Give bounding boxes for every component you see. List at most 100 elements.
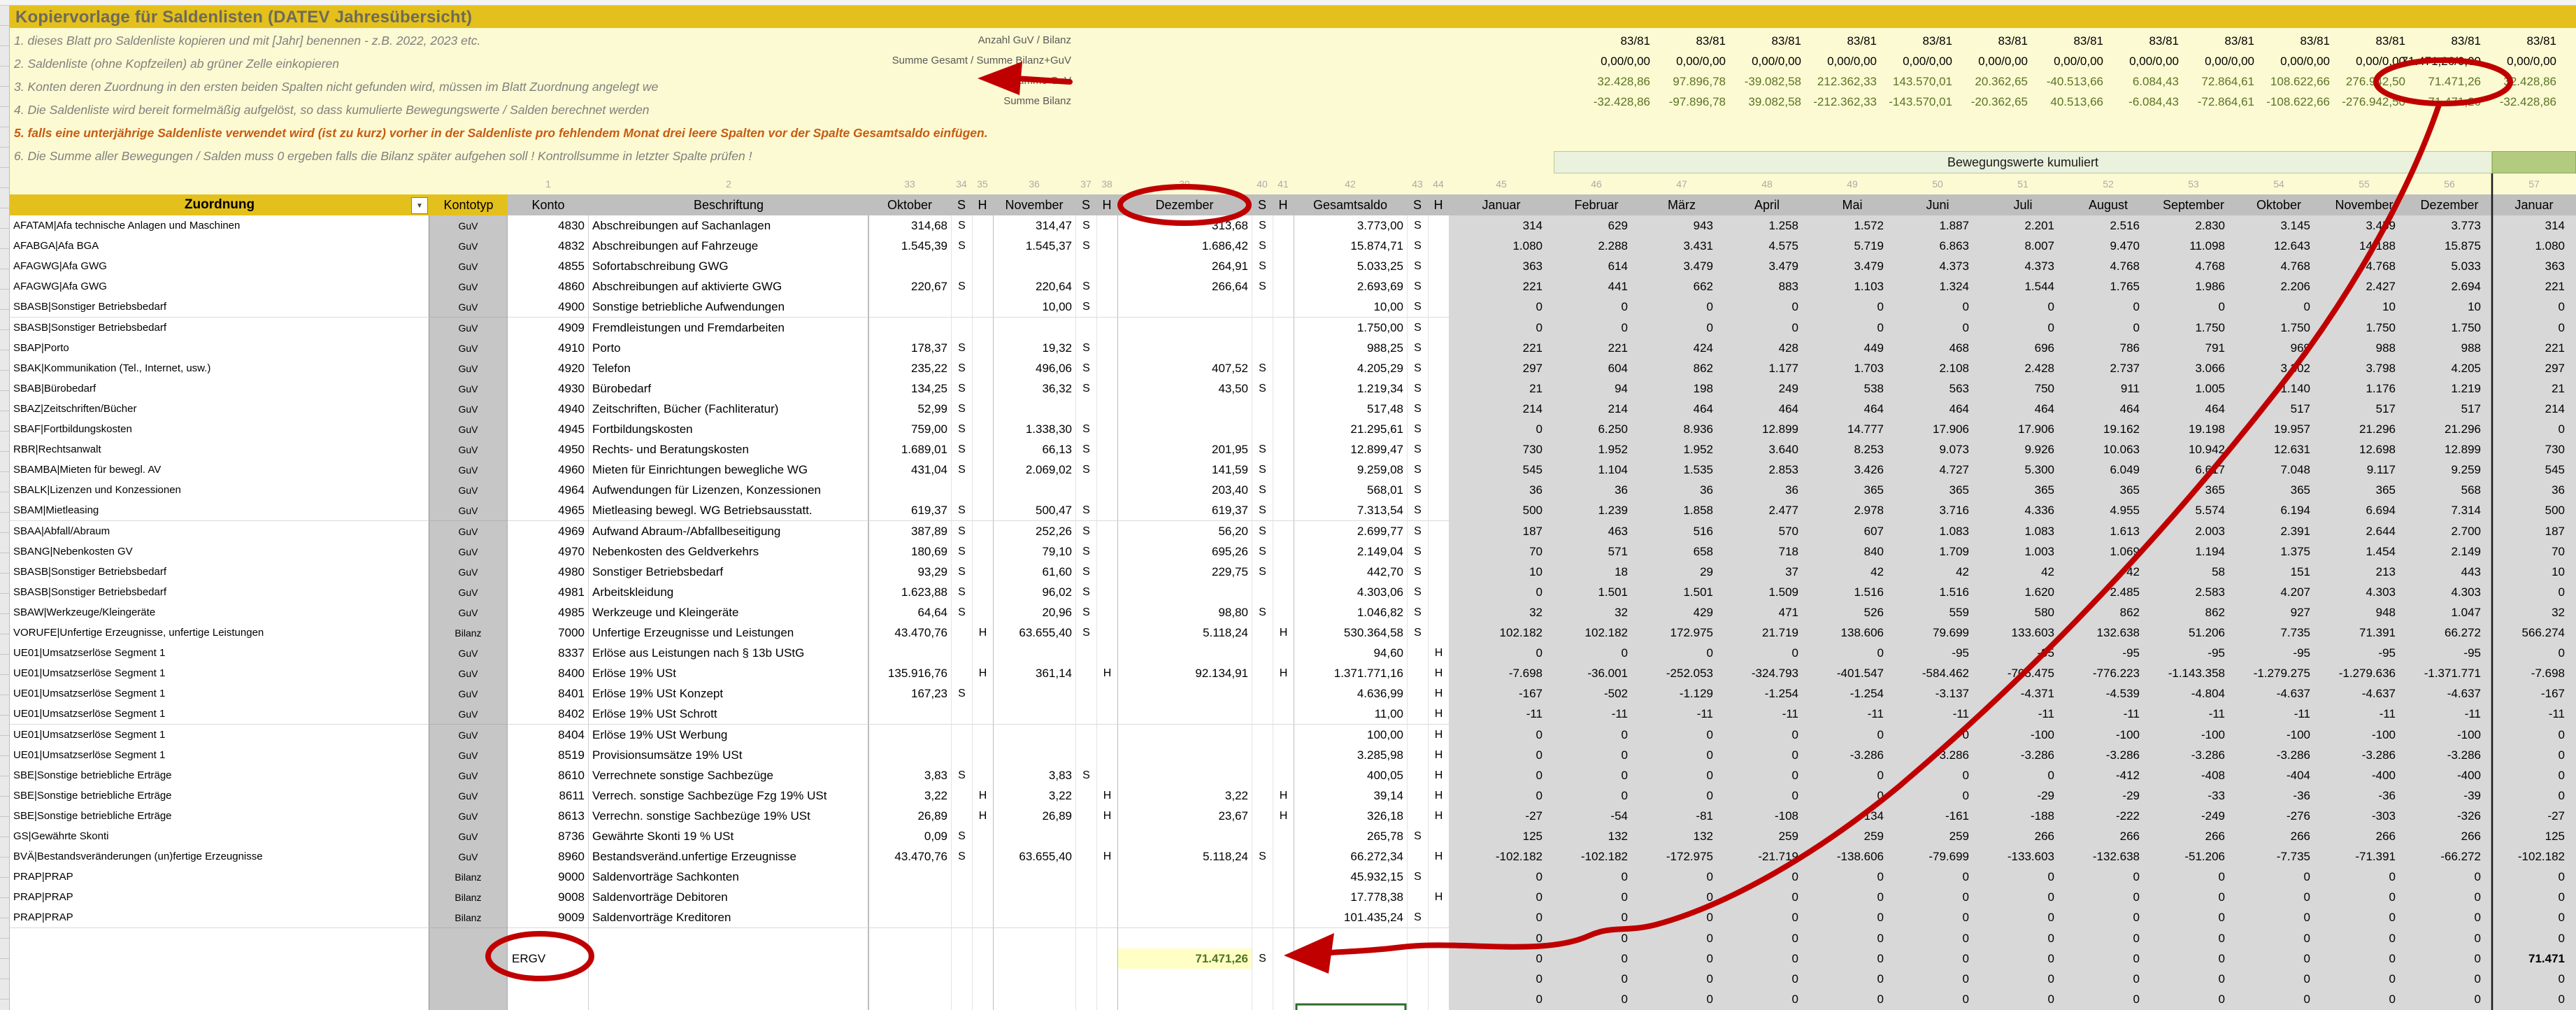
- cell-konto[interactable]: 8613: [508, 806, 589, 827]
- cell-november[interactable]: 3,83: [993, 765, 1075, 786]
- summary-gesamt-cell[interactable]: 0,00/0,00: [1575, 51, 1650, 71]
- cell-kumuliert-month-8[interactable]: 0: [2066, 948, 2151, 969]
- cell-dezember-h[interactable]: [1273, 989, 1294, 1010]
- cell-kumuliert-month-7[interactable]: 9.926: [1980, 439, 2066, 460]
- cell-beschriftung[interactable]: Zeitschriften, Bücher (Fachliteratur): [589, 399, 868, 420]
- cell-kumuliert-month-11[interactable]: -1.279.636: [2321, 663, 2407, 684]
- cell-november[interactable]: 10,00: [993, 297, 1075, 318]
- cell-oktober[interactable]: 26,89: [868, 806, 951, 827]
- cell-november-s[interactable]: [1075, 683, 1096, 704]
- cell-kumuliert-month-6[interactable]: 3.716: [1895, 500, 1980, 521]
- cell-kumuliert-month-1[interactable]: 0: [1449, 887, 1554, 908]
- cell-dezember-h[interactable]: [1273, 399, 1294, 420]
- cell-kumuliert-month-4[interactable]: 0: [1724, 948, 1810, 969]
- cell-november[interactable]: [993, 989, 1075, 1010]
- cell-oktober-h[interactable]: [972, 562, 993, 583]
- cell-zuordnung[interactable]: GS|Gewährte Skonti: [10, 826, 429, 847]
- cell-konto[interactable]: [508, 928, 589, 949]
- header-beschriftung[interactable]: Beschriftung: [589, 194, 869, 216]
- cell-kumuliert-month-7[interactable]: 0: [1980, 765, 2066, 786]
- cell-kumuliert-month-11[interactable]: -303: [2321, 806, 2407, 827]
- cell-gesamtsaldo-h[interactable]: H: [1428, 785, 1449, 806]
- cell-oktober-h[interactable]: [972, 928, 993, 949]
- cell-kumuliert-month-6[interactable]: 0: [1895, 318, 1980, 339]
- cell-kumuliert-month-6[interactable]: -3.286: [1895, 745, 1980, 766]
- cell-gesamtsaldo-s[interactable]: S: [1407, 460, 1428, 481]
- cell-kumuliert-month-8[interactable]: 0: [2066, 318, 2151, 339]
- cell-november-h[interactable]: [1096, 276, 1117, 297]
- cell-kumuliert-month-8[interactable]: 19.162: [2066, 419, 2151, 440]
- cell-kontotyp[interactable]: Bilanz: [429, 867, 508, 888]
- summary-gesamt-cell[interactable]: 0,00/0,00: [1650, 51, 1726, 71]
- cell-oktober-s[interactable]: S: [951, 500, 972, 521]
- cell-november-h[interactable]: [1096, 297, 1117, 318]
- cell-kumuliert-month-6[interactable]: 0: [1895, 297, 1980, 318]
- summary-summe-bilanz-cell[interactable]: -72.864,61: [2179, 92, 2254, 112]
- cell-kumuliert-month-10[interactable]: 266: [2236, 826, 2321, 847]
- cell-zuordnung[interactable]: AFABGA|Afa BGA: [10, 236, 429, 257]
- summary-anzahl-cell[interactable]: 83/81: [2103, 31, 2179, 51]
- cell-kumuliert-month-8[interactable]: 862: [2066, 602, 2151, 623]
- cell-november-h[interactable]: [1096, 623, 1117, 643]
- cell-oktober-s[interactable]: S: [951, 582, 972, 603]
- cell-beschriftung[interactable]: Verrechn. sonstige Sachbezüge 19% USt: [589, 806, 868, 827]
- cell-kumuliert-month-13[interactable]: 0: [2492, 297, 2576, 318]
- cell-gesamtsaldo-s[interactable]: S: [1407, 867, 1428, 888]
- cell-beschriftung[interactable]: Erlöse 19% USt Schrott: [589, 704, 868, 725]
- cell-zuordnung[interactable]: SBAB|Bürobedarf: [10, 378, 429, 399]
- cell-gesamtsaldo-s[interactable]: S: [1407, 256, 1428, 277]
- cell-november-h[interactable]: [1096, 887, 1117, 908]
- summary-summe-bilanz-cell[interactable]: -32.428,86: [2481, 92, 2556, 112]
- cell-oktober-s[interactable]: [951, 663, 972, 684]
- cell-dezember-h[interactable]: [1273, 826, 1294, 847]
- cell-kumuliert-month-5[interactable]: 0: [1810, 725, 1895, 746]
- cell-kumuliert-month-8[interactable]: 1.069: [2066, 541, 2151, 562]
- cell-oktober[interactable]: 52,99: [868, 399, 951, 420]
- cell-oktober-s[interactable]: [951, 785, 972, 806]
- cell-kumuliert-month-12[interactable]: -400: [2407, 765, 2492, 786]
- cell-dezember[interactable]: 43,50: [1117, 378, 1252, 399]
- cell-kumuliert-month-1[interactable]: -167: [1449, 683, 1554, 704]
- cell-kumuliert-month-10[interactable]: 365: [2236, 480, 2321, 501]
- cell-dezember[interactable]: 313,68: [1117, 215, 1252, 236]
- cell-kumuliert-month-6[interactable]: -3.137: [1895, 683, 1980, 704]
- cell-november-s[interactable]: [1075, 948, 1096, 969]
- cell-oktober-s[interactable]: S: [951, 846, 972, 867]
- cell-kontotyp[interactable]: GuV: [429, 460, 508, 481]
- cell-kumuliert-month-13[interactable]: 187: [2492, 521, 2576, 542]
- cell-kumuliert-month-2[interactable]: -54: [1554, 806, 1639, 827]
- cell-kontotyp[interactable]: [429, 969, 508, 990]
- cell-gesamtsaldo[interactable]: 4.205,29: [1294, 358, 1407, 379]
- cell-gesamtsaldo-s[interactable]: S: [1407, 623, 1428, 643]
- cell-gesamtsaldo-h[interactable]: [1428, 480, 1449, 501]
- cell-oktober[interactable]: [868, 867, 951, 888]
- cell-gesamtsaldo[interactable]: 530.364,58: [1294, 623, 1407, 643]
- cell-kumuliert-month-10[interactable]: 7.735: [2236, 623, 2321, 643]
- cell-kumuliert-month-9[interactable]: 0: [2151, 948, 2236, 969]
- cell-gesamtsaldo-h[interactable]: [1428, 521, 1449, 542]
- cell-kumuliert-month-1[interactable]: 730: [1449, 439, 1554, 460]
- cell-dezember-h[interactable]: H: [1273, 785, 1294, 806]
- cell-zuordnung[interactable]: SBAP|Porto: [10, 338, 429, 359]
- cell-kumuliert-month-13[interactable]: 0: [2492, 318, 2576, 339]
- cell-gesamtsaldo[interactable]: 1.371.771,16: [1294, 663, 1407, 684]
- cell-november-s[interactable]: [1075, 318, 1096, 339]
- cell-konto[interactable]: [508, 989, 589, 1010]
- cell-gesamtsaldo[interactable]: 94,60: [1294, 643, 1407, 664]
- cell-kumuliert-month-13[interactable]: -7.698: [2492, 663, 2576, 684]
- cell-gesamtsaldo[interactable]: [1294, 989, 1407, 1010]
- cell-gesamtsaldo-h[interactable]: [1428, 318, 1449, 339]
- cell-kumuliert-month-2[interactable]: 0: [1554, 765, 1639, 786]
- cell-kumuliert-month-8[interactable]: 0: [2066, 907, 2151, 928]
- cell-kontotyp[interactable]: GuV: [429, 276, 508, 297]
- cell-oktober[interactable]: 3,83: [868, 765, 951, 786]
- cell-kumuliert-month-10[interactable]: 151: [2236, 562, 2321, 583]
- cell-beschriftung[interactable]: Fremdleistungen und Fremdarbeiten: [589, 318, 868, 339]
- cell-kumuliert-month-5[interactable]: 526: [1810, 602, 1895, 623]
- cell-konto[interactable]: 8519: [508, 745, 589, 766]
- cell-zuordnung[interactable]: PRAP|PRAP: [10, 887, 429, 908]
- cell-kumuliert-month-9[interactable]: 2.583: [2151, 582, 2236, 603]
- cell-oktober-h[interactable]: [972, 683, 993, 704]
- summary-anzahl-cell[interactable]: 83/81: [2405, 31, 2481, 51]
- cell-dezember-h[interactable]: [1273, 907, 1294, 928]
